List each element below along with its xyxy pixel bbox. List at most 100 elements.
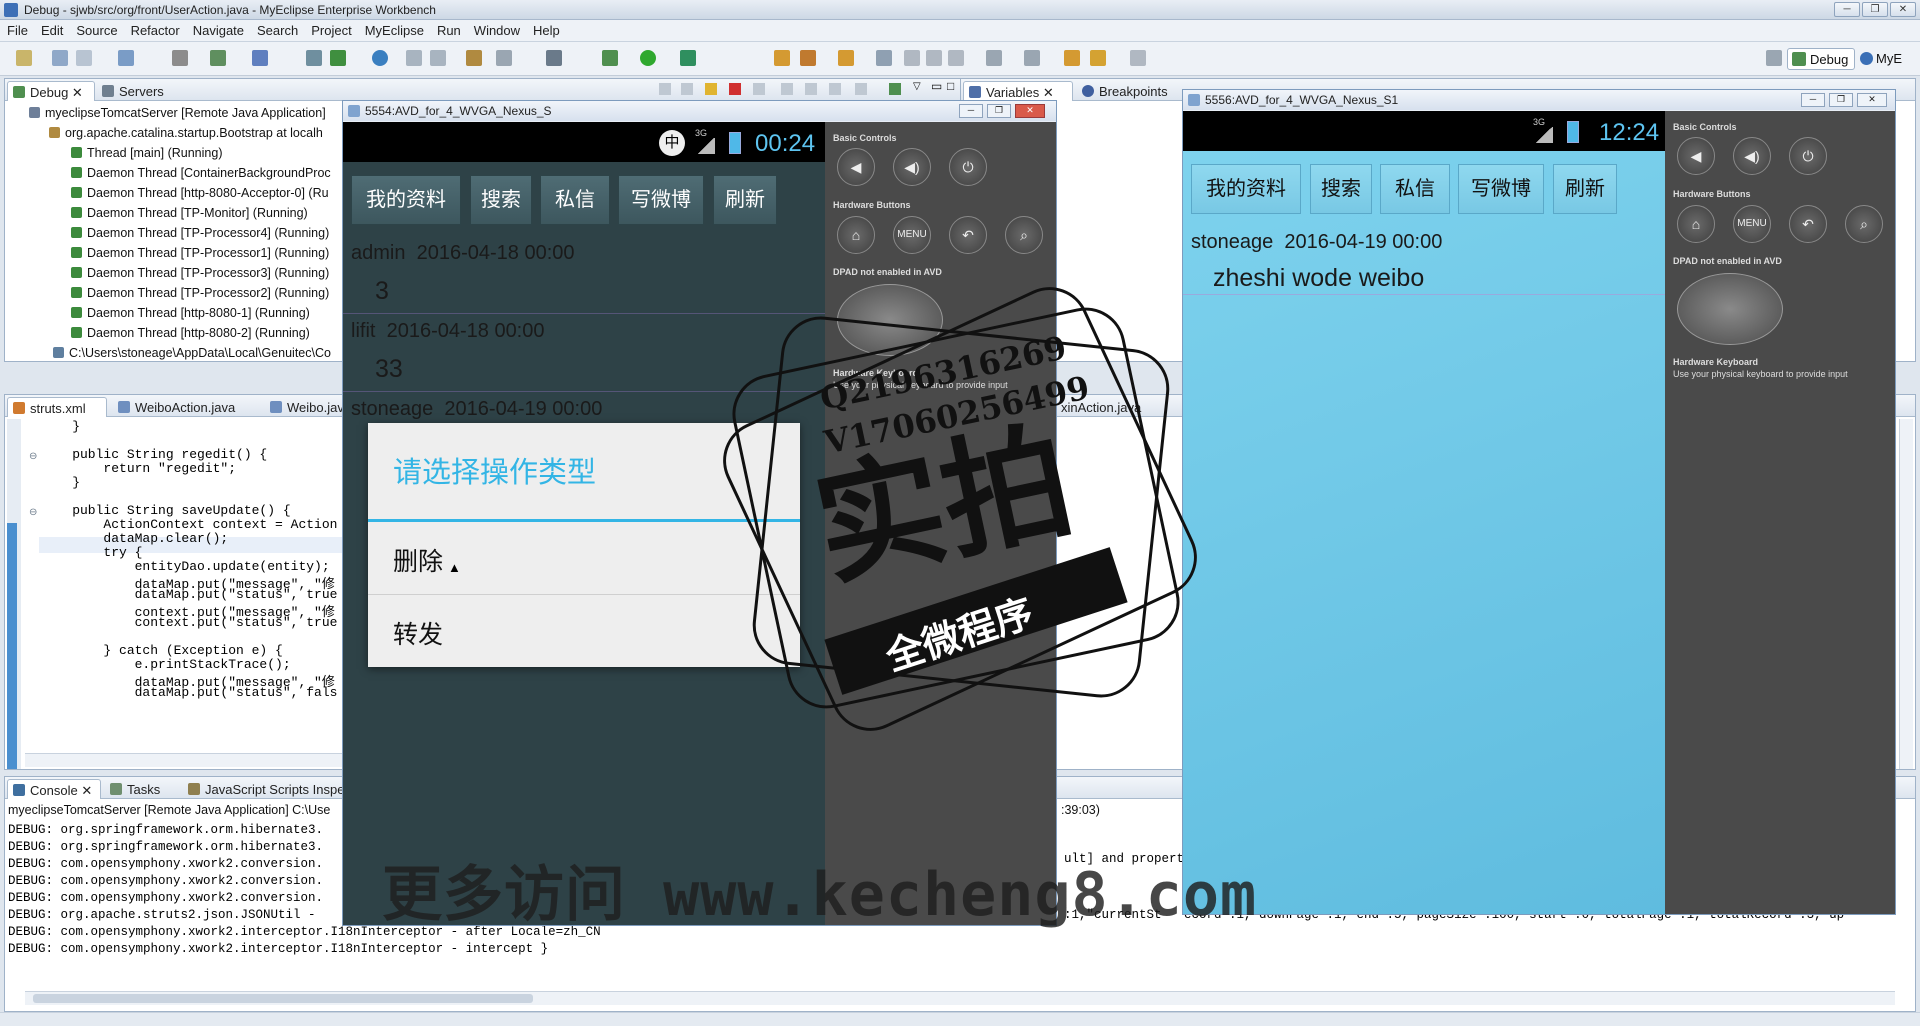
step-return-icon[interactable] xyxy=(829,83,841,95)
open-folder-icon[interactable] xyxy=(774,50,790,66)
console-horizontal-scrollbar[interactable] xyxy=(25,991,1895,1005)
tab-weiboaction-java[interactable]: WeiboAction.java xyxy=(113,397,261,417)
tree-node-thread[interactable]: Thread [main] (Running) xyxy=(71,146,222,160)
my-profile-button[interactable]: 我的资料 xyxy=(351,175,461,225)
package-icon[interactable] xyxy=(466,50,482,66)
tree-node-server[interactable]: myeclipseTomcatServer [Remote Java Appli… xyxy=(29,106,326,120)
print-icon[interactable] xyxy=(172,50,188,66)
menu-myeclipse[interactable]: MyEclipse xyxy=(358,20,430,38)
menu-edit[interactable]: Edit xyxy=(34,20,69,38)
tab-tasks[interactable]: Tasks xyxy=(105,779,179,799)
tree-node-thread[interactable]: Daemon Thread [TP-Processor2] (Running) xyxy=(71,286,329,300)
menu-button[interactable]: MENU xyxy=(1733,205,1771,243)
menu-navigate[interactable]: Navigate xyxy=(186,20,250,38)
close-button[interactable]: ✕ xyxy=(1890,2,1916,17)
server-run-icon[interactable] xyxy=(330,50,346,66)
tree-node-thread[interactable]: Daemon Thread [http-8080-2] (Running) xyxy=(71,326,310,340)
dpad-control[interactable] xyxy=(837,284,943,356)
globe-icon[interactable] xyxy=(372,50,388,66)
drop-to-frame-icon[interactable] xyxy=(855,83,867,95)
console-scroll-thumb[interactable] xyxy=(33,994,533,1003)
menu-run[interactable]: Run xyxy=(430,20,467,38)
monitor-icon[interactable] xyxy=(546,50,562,66)
volume-down-button[interactable]: ◀ xyxy=(837,148,875,186)
my-profile-button[interactable]: 我的资料 xyxy=(1191,164,1301,214)
refresh-button[interactable]: 刷新 xyxy=(1553,164,1617,214)
tree-node-thread[interactable]: Daemon Thread [http-8080-Acceptor-0] (Ru xyxy=(71,186,329,200)
tree-node-thread[interactable]: Daemon Thread [TP-Processor1] (Running) xyxy=(71,246,329,260)
dialog-item-delete[interactable]: 删除 ▲ xyxy=(368,522,800,594)
back-icon[interactable] xyxy=(1090,50,1106,66)
refresh-button[interactable]: 刷新 xyxy=(713,175,777,225)
maximize-view-icon[interactable]: □ xyxy=(947,79,954,93)
post-weibo-button[interactable]: 写微博 xyxy=(1458,164,1544,214)
menu-search[interactable]: Search xyxy=(250,20,304,38)
editor-vertical-scrollbar[interactable] xyxy=(1899,419,1913,769)
tree-node-thread[interactable]: Daemon Thread [http-8080-1] (Running) xyxy=(71,306,310,320)
messages-button[interactable]: 私信 xyxy=(540,175,610,225)
search-key-button[interactable]: ⌕ xyxy=(1845,205,1883,243)
home-button[interactable]: ⌂ xyxy=(1677,205,1715,243)
maximize-button[interactable]: ❐ xyxy=(1862,2,1888,17)
post-header[interactable]: admin 2016-04-18 00:00 xyxy=(351,242,575,265)
search-key-button[interactable]: ⌕ xyxy=(1005,216,1043,254)
column-icon[interactable] xyxy=(948,50,964,66)
open-perspective-icon[interactable] xyxy=(1766,50,1782,66)
minimize-view-icon[interactable]: ▭ xyxy=(931,79,942,93)
minimize-button[interactable]: ─ xyxy=(1834,2,1860,17)
save-all-icon[interactable] xyxy=(76,50,92,66)
annotation-icon[interactable] xyxy=(876,50,892,66)
home-button[interactable]: ⌂ xyxy=(837,216,875,254)
new-project-icon[interactable] xyxy=(118,50,134,66)
tab-variables[interactable]: Variables ✕ xyxy=(963,81,1073,101)
post-header[interactable]: lifit 2016-04-18 00:00 xyxy=(351,320,545,343)
tree-node-thread[interactable]: Daemon Thread [ContainerBackgroundProc xyxy=(71,166,331,180)
tab-struts-xml[interactable]: struts.xml xyxy=(7,397,107,417)
emulator-maximize-button[interactable]: ❐ xyxy=(1829,93,1853,107)
terminate-icon[interactable] xyxy=(729,83,741,95)
power-button[interactable]: ⏻ xyxy=(949,148,987,186)
disconnect-icon[interactable] xyxy=(753,83,765,95)
dialog-item-forward[interactable]: 转发 xyxy=(368,595,800,667)
tab-servers[interactable]: Servers xyxy=(97,81,193,101)
tree-node-thread[interactable]: Daemon Thread [TP-Processor4] (Running) xyxy=(71,226,329,240)
view-menu-icon[interactable]: ▽ xyxy=(913,81,923,92)
menu-window[interactable]: Window xyxy=(467,20,526,38)
menu-help[interactable]: Help xyxy=(526,20,566,38)
tab-debug[interactable]: Debug ✕ xyxy=(7,81,95,101)
volume-up-button[interactable]: ◀) xyxy=(893,148,931,186)
forward-icon[interactable] xyxy=(1130,50,1146,66)
back-button[interactable]: ↶ xyxy=(949,216,987,254)
menu-project[interactable]: Project xyxy=(304,20,357,38)
remove-terminated-icon[interactable] xyxy=(659,83,671,95)
prev-annotation-icon[interactable] xyxy=(1024,50,1040,66)
menu-file[interactable]: File xyxy=(0,20,34,38)
editor-horizontal-scrollbar[interactable] xyxy=(25,753,345,767)
search-icon[interactable] xyxy=(252,50,268,66)
tree-node-process[interactable]: C:\Users\stoneage\AppData\Local\Genuitec… xyxy=(53,346,331,360)
search-button[interactable]: 搜索 xyxy=(470,175,532,225)
new-icon[interactable] xyxy=(16,50,32,66)
post-weibo-button[interactable]: 写微博 xyxy=(618,175,704,225)
save-icon[interactable] xyxy=(52,50,68,66)
step-into-icon[interactable] xyxy=(781,83,793,95)
debug-config-icon[interactable] xyxy=(210,50,226,66)
task-icon[interactable] xyxy=(800,50,816,66)
tree-node-bootstrap[interactable]: org.apache.catalina.startup.Bootstrap at… xyxy=(49,126,323,140)
volume-down-button[interactable]: ◀ xyxy=(1677,137,1715,175)
tree-node-thread[interactable]: Daemon Thread [TP-Monitor] (Running) xyxy=(71,206,308,220)
post-header[interactable]: stoneage 2016-04-19 00:00 xyxy=(1191,231,1442,254)
perspective-debug-button[interactable]: Debug xyxy=(1787,48,1855,70)
copy-icon[interactable] xyxy=(430,50,446,66)
resume-icon[interactable] xyxy=(681,83,693,95)
tree-node-thread[interactable]: Daemon Thread [TP-Processor3] (Running) xyxy=(71,266,329,280)
emulator-close-button[interactable]: ✕ xyxy=(1857,93,1887,107)
perspective-myeclipse-button[interactable]: MyE xyxy=(1860,51,1902,66)
android-screen[interactable]: 中 3G 00:24 我的资料 搜索 私信 写微博 刷新 admin 2016-… xyxy=(343,122,825,925)
cut-icon[interactable] xyxy=(406,50,422,66)
dpad-control[interactable] xyxy=(1677,273,1783,345)
fold-icon[interactable]: ⊖ xyxy=(29,451,37,462)
search-button[interactable]: 搜索 xyxy=(1310,164,1372,214)
last-edit-icon[interactable] xyxy=(1064,50,1080,66)
browser-icon[interactable] xyxy=(496,50,512,66)
